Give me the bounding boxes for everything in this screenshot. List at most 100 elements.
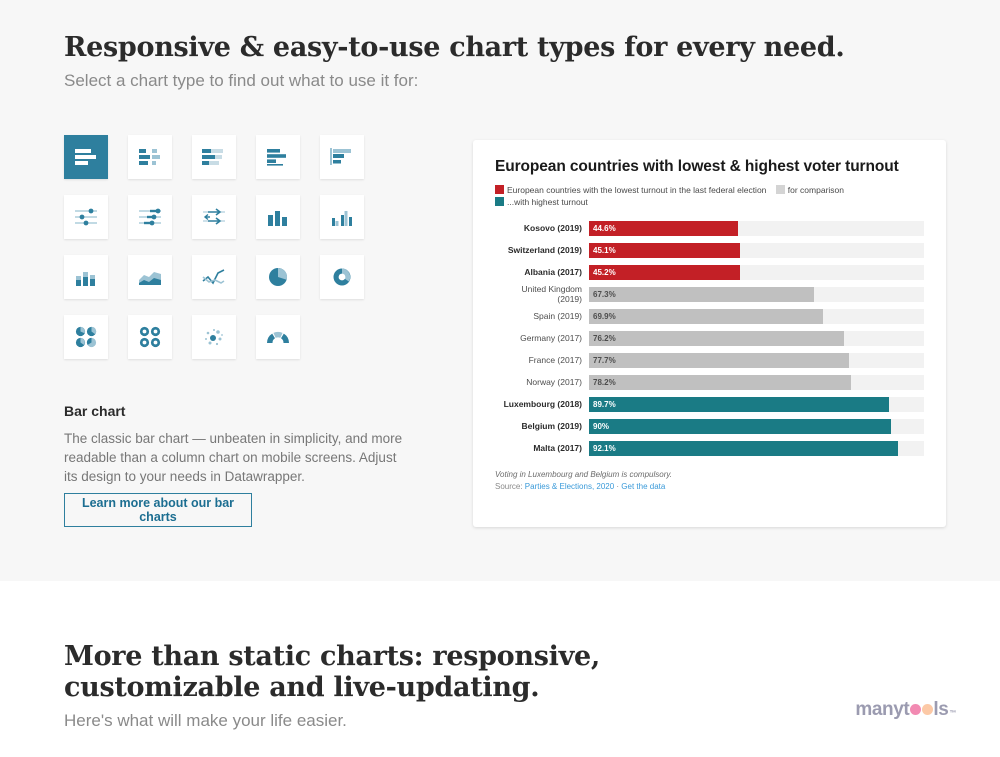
bar-track: 69.9% <box>589 308 924 324</box>
bar-row: United Kingdom (2019) 67.3% <box>495 283 924 305</box>
chart-type-tile-column-chart[interactable] <box>256 195 300 239</box>
bar-value-label: 77.7% <box>593 355 616 365</box>
get-the-data-link[interactable]: Get the data <box>621 482 665 491</box>
chart-type-tile-stacked-bars[interactable] <box>192 135 236 179</box>
chart-type-tile-bullet-bars[interactable] <box>256 135 300 179</box>
logo-trademark: ™ <box>949 710 956 717</box>
legend-item-comparison: for comparison <box>775 185 844 195</box>
bar-row-label: Germany (2017) <box>520 333 582 343</box>
features-intro-section: More than static charts: responsive, cus… <box>0 581 1000 757</box>
legend-swatch-highest <box>495 197 504 206</box>
line-chart-icon <box>202 268 226 286</box>
bar-row-label: Albania (2017) <box>524 267 582 277</box>
chart-type-tile-multiple-pies[interactable] <box>64 315 108 359</box>
pie-chart-icon <box>268 267 288 287</box>
bar-row: Luxembourg (2018) 89.7% <box>495 393 924 415</box>
bar-fill: 78.2% <box>589 374 851 390</box>
bar-row-label: Malta (2017) <box>533 443 582 453</box>
chart-type-tile-range-plot[interactable] <box>128 195 172 239</box>
bar-track: 90% <box>589 418 924 434</box>
legend-label-comparison: for comparison <box>787 185 844 195</box>
bar-fill: 76.2% <box>589 330 845 346</box>
column-chart-icon <box>267 208 289 226</box>
bar-value-label: 45.2% <box>593 267 616 277</box>
legend-swatch-comparison <box>775 185 785 194</box>
bar-row: Albania (2017) 45.2% <box>495 261 924 283</box>
chart-type-tile-arc-gauge[interactable] <box>256 315 300 359</box>
arrow-plot-icon <box>202 208 226 226</box>
grouped-bars-icon <box>330 148 354 166</box>
bar-fill: 44.6% <box>589 220 739 236</box>
chart-type-tile-split-bars[interactable] <box>128 135 172 179</box>
bar-row: Germany (2017) 76.2% <box>495 327 924 349</box>
learn-more-button[interactable]: Learn more about our bar charts <box>64 493 252 527</box>
bar-fill: 89.7% <box>589 396 890 412</box>
bar-row: Kosovo (2019) 44.6% <box>495 217 924 239</box>
bar-row: Spain (2019) 69.9% <box>495 305 924 327</box>
bar-track: 89.7% <box>589 396 924 412</box>
bar-value-label: 44.6% <box>593 223 616 233</box>
bar-row-label: France (2017) <box>528 355 582 365</box>
split-bars-icon <box>138 148 162 166</box>
scatter-plot-icon <box>203 326 225 348</box>
bar-row-label: Luxembourg (2018) <box>503 399 582 409</box>
bar-value-label: 69.9% <box>593 311 616 321</box>
legend-item-highest: ...with highest turnout <box>495 197 588 207</box>
page-subtitle: Select a chart type to find out what to … <box>64 71 419 90</box>
bar-row: France (2017) 77.7% <box>495 349 924 371</box>
chart-type-tile-line-chart[interactable] <box>192 255 236 299</box>
manytools-logo: many t ls ™ <box>855 699 956 721</box>
logo-text-start: many <box>855 699 904 720</box>
bar-track: 78.2% <box>589 374 924 390</box>
chart-type-description-title: Bar chart <box>64 403 126 419</box>
multiple-donuts-icon <box>139 326 161 348</box>
bar-fill: 90% <box>589 418 891 434</box>
bottom-title: More than static charts: responsive, cus… <box>64 641 600 703</box>
bar-track: 76.2% <box>589 330 924 346</box>
chart-type-tile-arrow-plot[interactable] <box>192 195 236 239</box>
bar-track: 77.7% <box>589 352 924 368</box>
chart-type-tile-dot-plot[interactable] <box>64 195 108 239</box>
logo-text-mid: t <box>903 699 910 720</box>
range-plot-icon <box>138 208 162 226</box>
bar-fill: 67.3% <box>589 286 815 302</box>
bar-row-label: Kosovo (2019) <box>523 223 582 233</box>
chart-type-grid <box>64 135 380 371</box>
arc-gauge-icon <box>266 328 290 346</box>
bar-row-label: Spain (2019) <box>533 311 582 321</box>
stacked-column-icon <box>75 268 97 286</box>
area-chart-icon <box>138 268 162 286</box>
chart-type-description-body: The classic bar chart — unbeaten in simp… <box>64 431 403 484</box>
chart-type-tile-pie-chart[interactable] <box>256 255 300 299</box>
chart-type-tile-bar-chart[interactable] <box>64 135 108 179</box>
donut-chart-icon <box>332 267 352 287</box>
legend-label-lowest: European countries with the lowest turno… <box>507 185 767 195</box>
source-link[interactable]: Parties & Elections, 2020 <box>525 482 614 491</box>
logo-dot-peach <box>921 704 933 715</box>
bar-row: Malta (2017) 92.1% <box>495 437 924 459</box>
chart-type-tile-grouped-bars[interactable] <box>320 135 364 179</box>
bar-value-label: 45.1% <box>593 245 616 255</box>
chart-type-tile-stacked-column[interactable] <box>64 255 108 299</box>
chart-note: Voting in Luxembourg and Belgium is comp… <box>495 470 672 479</box>
bar-track: 44.6% <box>589 220 924 236</box>
bar-fill: 92.1% <box>589 440 898 456</box>
chart-preview-card: European countries with lowest & highest… <box>473 140 946 527</box>
legend-item-lowest: European countries with the lowest turno… <box>495 185 766 195</box>
bar-track: 67.3% <box>589 286 924 302</box>
chart-bars: Kosovo (2019) 44.6% Switzerland (2019) 45.1… <box>495 217 924 459</box>
chart-type-tile-scatter-plot[interactable] <box>192 315 236 359</box>
bar-value-label: 76.2% <box>593 333 616 343</box>
chart-type-tile-area-chart[interactable] <box>128 255 172 299</box>
chart-type-tile-grouped-column[interactable] <box>320 195 364 239</box>
page-title: Responsive & easy-to-use chart types for… <box>64 32 845 63</box>
chart-types-section: Responsive & easy-to-use chart types for… <box>0 0 1000 581</box>
bar-value-label: 67.3% <box>593 289 616 299</box>
bar-row-label: Norway (2017) <box>526 377 582 387</box>
grouped-column-icon <box>331 208 353 226</box>
chart-type-tile-multiple-donuts[interactable] <box>128 315 172 359</box>
chart-type-tile-donut-chart[interactable] <box>320 255 364 299</box>
multiple-pies-icon <box>75 326 97 348</box>
bullet-bars-icon <box>267 148 289 166</box>
bar-track: 45.2% <box>589 264 924 280</box>
